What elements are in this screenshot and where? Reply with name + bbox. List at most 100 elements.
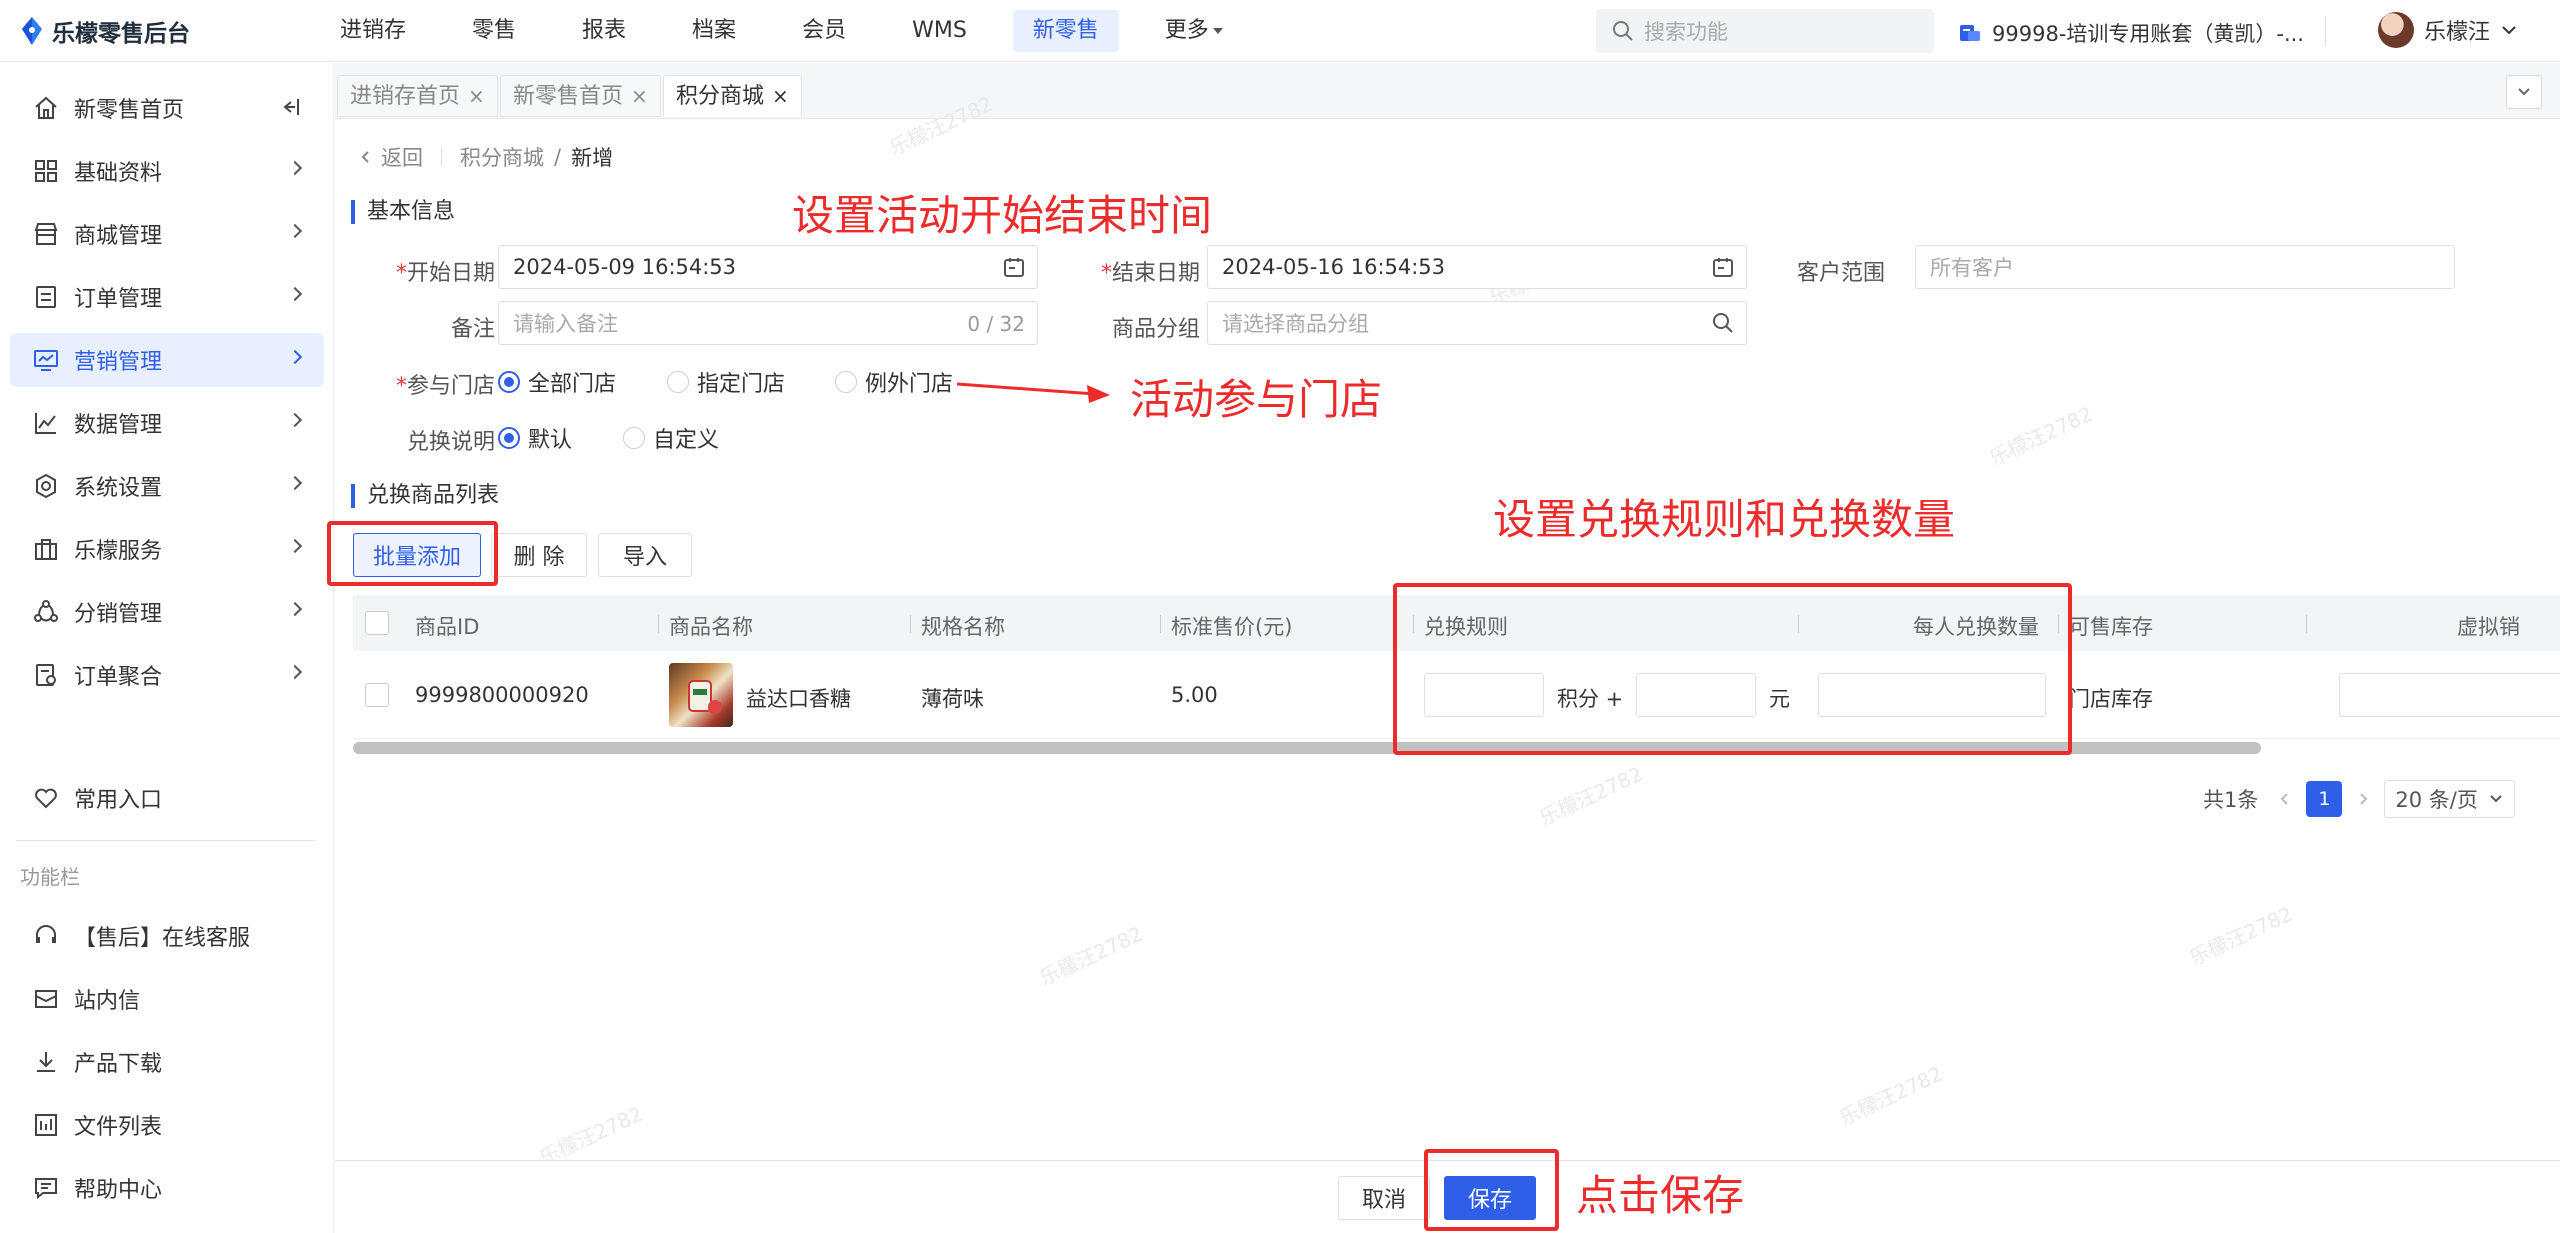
annotation-arrow — [956, 382, 1110, 403]
column-divider — [1160, 615, 1161, 633]
caret-down-icon — [1212, 28, 1223, 34]
sidebar-tool-help[interactable]: 帮助中心 — [10, 1161, 324, 1215]
breadcrumb-parent[interactable]: 积分商城 — [460, 142, 544, 172]
nav-huiyuan[interactable]: 会员 — [782, 10, 866, 52]
download-icon — [32, 1048, 60, 1076]
product-group-label: 商品分组 — [1111, 317, 1200, 342]
end-date-picker[interactable]: 2024-05-16 16:54:53 — [1207, 245, 1747, 289]
chevron-left-icon — [361, 151, 369, 163]
sidebar-item-order-mgmt[interactable]: 订单管理 — [10, 270, 324, 324]
sidebar-item-label: 新零售首页 — [74, 98, 185, 123]
user-menu[interactable]: 乐檬汪 — [2378, 12, 2518, 48]
nav-xinlingshou[interactable]: 新零售 — [1012, 10, 1119, 52]
search-input[interactable]: 搜索功能 — [1596, 9, 1934, 53]
radio-all-stores[interactable]: 全部门店 — [498, 366, 616, 398]
marketing-icon — [32, 346, 60, 374]
sidebar-item-label: 基础资料 — [74, 161, 163, 186]
nav-more[interactable]: 更多 — [1145, 10, 1243, 52]
account-switcher[interactable]: 99998-培训专用账套（黄凯）-... — [1958, 18, 2304, 48]
sidebar-tool-file-list[interactable]: 文件列表 — [10, 1098, 324, 1152]
chevron-right-icon — [287, 601, 303, 617]
top-bar: 乐檬零售后台 进销存 零售 报表 档案 会员 WMS 新零售 更多 搜索功能 9… — [0, 0, 2560, 62]
sidebar-item-basic-data[interactable]: 基础资料 — [10, 144, 324, 198]
column-header: 标准售价(元) — [1171, 615, 1293, 639]
sidebar-item-data-mgmt[interactable]: 数据管理 — [10, 396, 324, 450]
divider — [441, 148, 442, 166]
cancel-button[interactable]: 取消 — [1338, 1176, 1430, 1220]
tool-label: 产品下载 — [74, 1052, 163, 1077]
remark-input[interactable]: 请输入备注 0 / 32 — [498, 301, 1038, 345]
sidebar-item-lemon-service[interactable]: 乐檬服务 — [10, 522, 324, 576]
breadcrumb-current: 新增 — [571, 146, 614, 170]
delete-button[interactable]: 删 除 — [491, 533, 587, 577]
page-size-select[interactable]: 20 条/页 — [2384, 780, 2515, 818]
sidebar-item-marketing[interactable]: 营销管理 — [10, 333, 324, 387]
customer-range-input[interactable]: 所有客户 — [1915, 245, 2455, 289]
section-exchange-list: 兑换商品列表 — [351, 484, 499, 508]
cell-product-id: 9999800000920 — [415, 683, 589, 707]
app-root: 乐檬零售后台 进销存 零售 报表 档案 会员 WMS 新零售 更多 搜索功能 9… — [0, 0, 2560, 1233]
tool-label: 文件列表 — [74, 1115, 163, 1140]
chevron-right-icon — [287, 223, 303, 239]
sidebar-item-order-aggregate[interactable]: 订单聚合 — [10, 648, 324, 702]
radio-desc-default[interactable]: 默认 — [498, 422, 572, 454]
briefcase-icon — [32, 535, 60, 563]
close-icon[interactable]: × — [631, 84, 648, 108]
annotation-time: 设置活动开始结束时间 — [792, 191, 1213, 240]
column-header: 商品ID — [415, 615, 480, 639]
row-checkbox[interactable] — [365, 683, 389, 707]
select-all-checkbox[interactable] — [365, 611, 389, 635]
virtual-sales-input[interactable] — [2339, 673, 2560, 717]
back-link[interactable]: 返回 — [359, 142, 423, 172]
radio-excluded-stores[interactable]: 例外门店 — [835, 366, 953, 398]
page-number-current[interactable]: 1 — [2306, 781, 2343, 817]
sidebar-item-distribution[interactable]: 分销管理 — [10, 585, 324, 639]
watermark: 乐檬汪2782 — [2185, 901, 2297, 971]
cell-stock: 门店库存 — [2069, 687, 2153, 711]
cell-spec: 薄荷味 — [921, 687, 984, 711]
close-icon[interactable]: × — [772, 84, 789, 108]
sidebar-item-system-settings[interactable]: 系统设置 — [10, 459, 324, 513]
prev-page-icon[interactable] — [2278, 787, 2292, 811]
nav-jinxiaocun[interactable]: 进销存 — [320, 10, 426, 52]
settings-icon — [32, 472, 60, 500]
sidebar-favorites[interactable]: 常用入口 — [10, 771, 324, 825]
tab-jinxiaocun-home[interactable]: 进销存首页 × — [337, 75, 498, 117]
sidebar-item-label: 数据管理 — [74, 413, 163, 438]
chevron-down-icon — [2502, 26, 2516, 35]
product-group-select[interactable]: 请选择商品分组 — [1207, 301, 1747, 345]
nav-dangan[interactable]: 档案 — [672, 10, 756, 52]
remark-label: 备注 — [450, 317, 495, 342]
sidebar-tool-inbox[interactable]: 站内信 — [10, 972, 324, 1026]
nav-baobiao[interactable]: 报表 — [562, 10, 646, 52]
collapse-sidebar-icon[interactable] — [280, 96, 302, 124]
tabs-dropdown-button[interactable] — [2506, 75, 2542, 109]
sidebar-tool-download[interactable]: 产品下载 — [10, 1035, 324, 1089]
close-icon[interactable]: × — [468, 84, 485, 108]
headset-icon — [32, 922, 60, 950]
store-label: *参与门店 — [375, 368, 495, 400]
app-logo[interactable]: 乐檬零售后台 — [20, 14, 190, 48]
nav-lingshou[interactable]: 零售 — [452, 10, 536, 52]
column-divider — [910, 615, 911, 633]
search-icon[interactable] — [1712, 312, 1734, 339]
top-nav: 进销存 零售 报表 档案 会员 WMS 新零售 更多 — [320, 10, 1269, 52]
sidebar-tool-online-support[interactable]: 【售后】在线客服 — [10, 909, 324, 963]
nav-wms[interactable]: WMS — [892, 10, 987, 52]
import-button[interactable]: 导入 — [598, 533, 692, 577]
tab-xinlingshou-home[interactable]: 新零售首页 × — [500, 75, 661, 117]
sidebar-item-store-mgmt[interactable]: 商城管理 — [10, 207, 324, 261]
tool-label: 【售后】在线客服 — [74, 926, 251, 951]
tab-points-mall[interactable]: 积分商城 × — [663, 75, 802, 117]
radio-desc-custom[interactable]: 自定义 — [623, 422, 719, 454]
radio-specified-stores[interactable]: 指定门店 — [667, 366, 785, 398]
next-page-icon[interactable] — [2356, 787, 2370, 811]
cell-product-name: 益达口香糖 — [746, 687, 851, 711]
start-date-picker[interactable]: 2024-05-09 16:54:53 — [498, 245, 1038, 289]
store-icon — [32, 220, 60, 248]
watermark: 乐檬汪2782 — [1835, 1061, 1947, 1131]
breadcrumb-separator: / — [554, 145, 562, 169]
watermark: 乐檬汪2782 — [1985, 401, 2097, 471]
highlight-exchange-rule — [1393, 583, 2072, 755]
sidebar-item-home[interactable]: 新零售首页 — [10, 81, 324, 135]
